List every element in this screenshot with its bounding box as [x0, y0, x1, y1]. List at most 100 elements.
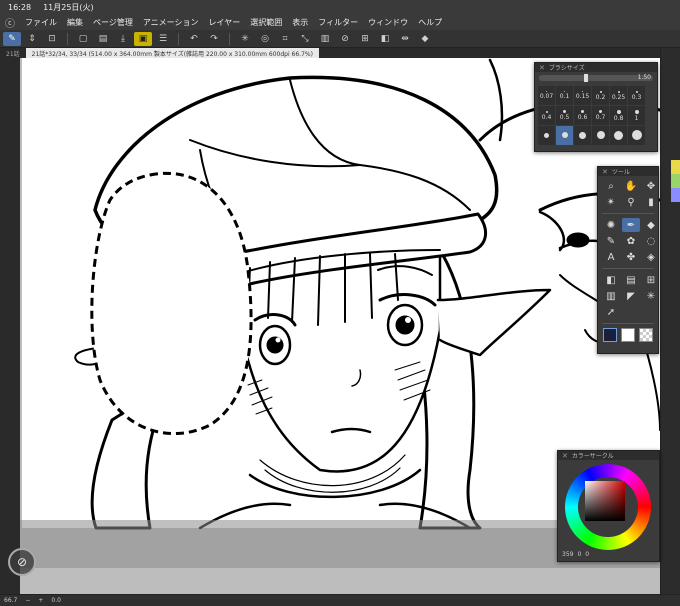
transform-icon[interactable]: ⤡	[296, 32, 314, 46]
angle-value[interactable]: 0.0	[51, 597, 61, 604]
menu-selection[interactable]: 選択範囲	[245, 17, 287, 28]
flip-icon[interactable]: ⇹	[396, 32, 414, 46]
brush-size-preset[interactable]	[538, 126, 555, 145]
balloon-tool-icon[interactable]: ◤	[622, 289, 640, 303]
close-icon[interactable]: ✕	[562, 452, 568, 460]
hand-tool-icon[interactable]: ✋	[622, 179, 640, 193]
brush-size-slider[interactable]	[539, 74, 653, 82]
brush-size-title-bar: ✕ ブラシサイズ	[535, 63, 657, 72]
brush-size-preset[interactable]	[592, 126, 609, 145]
toggle-icon[interactable]: ⇕	[23, 32, 41, 46]
close-icon[interactable]: ✕	[602, 168, 608, 176]
frame-tool-icon[interactable]: ▤	[622, 273, 640, 287]
eyedropper-tool-icon[interactable]: ⚲	[622, 195, 640, 209]
gradient-tool-icon[interactable]: ◧	[602, 273, 620, 287]
tab-prev[interactable]: 21話	[0, 48, 26, 58]
blend-tool-icon[interactable]: ✿	[622, 234, 640, 248]
brush-size-preset[interactable]: 0.3	[628, 86, 645, 105]
brush-size-preset[interactable]	[574, 126, 591, 145]
stack-icon[interactable]: ☰	[154, 32, 172, 46]
move-tool-icon[interactable]: ✥	[642, 179, 660, 193]
menu-page[interactable]: ページ管理	[88, 17, 138, 28]
highlight-icon[interactable]: ▣	[134, 31, 152, 46]
brush-size-preset[interactable]: 0.25	[610, 86, 627, 105]
brush-size-preset[interactable]: 0.2	[592, 86, 609, 105]
navigation-button[interactable]: ⊘	[8, 548, 36, 576]
menu-animation[interactable]: アニメーション	[138, 17, 204, 28]
brush-size-preset-selected[interactable]	[556, 126, 573, 145]
separator	[178, 32, 179, 45]
brush-size-title: ブラシサイズ	[548, 65, 585, 72]
decoration-tool-icon[interactable]: ✤	[622, 250, 640, 264]
ruler-tool-icon[interactable]: ▥	[602, 289, 620, 303]
brush-size-preset[interactable]	[628, 126, 645, 145]
save-icon[interactable]: ⤓	[114, 32, 132, 46]
menu-help[interactable]: ヘルプ	[413, 17, 447, 28]
panel-tool-icon[interactable]: ⊞	[642, 273, 660, 287]
fill-icon[interactable]: ▥	[316, 32, 334, 46]
menu-layer[interactable]: レイヤー	[204, 17, 246, 28]
pencil-tool-icon[interactable]: ✎	[602, 234, 620, 248]
menu-edit[interactable]: 編集	[62, 17, 88, 28]
eraser-tool-icon[interactable]: ◈	[642, 250, 660, 264]
bucket-icon[interactable]: ◆	[416, 32, 434, 46]
object-tool-icon[interactable]: ➚	[602, 305, 620, 319]
menu-file[interactable]: ファイル	[20, 17, 62, 28]
brush-size-preset[interactable]: 0.4	[538, 106, 555, 125]
tab-current[interactable]: 21話*32/34, 33/34 (514.00 x 364.00mm 製本サイ…	[25, 48, 319, 58]
circle-icon[interactable]: ◎	[256, 32, 274, 46]
close-icon[interactable]: ✕	[539, 64, 545, 72]
fill-tool-icon[interactable]: ◆	[642, 218, 660, 232]
redo-icon[interactable]: ↷	[205, 32, 223, 46]
menu-filter[interactable]: フィルター	[313, 17, 363, 28]
app-logo-icon[interactable]: ⓒ	[0, 14, 20, 30]
crop-icon[interactable]: ⌗	[276, 32, 294, 46]
effect-line-tool-icon[interactable]: ✳	[642, 289, 660, 303]
slider-thumb[interactable]	[584, 74, 588, 82]
brush-size-preset[interactable]: 0.6	[574, 106, 591, 125]
lasso-tool-icon[interactable]: ◌	[642, 234, 660, 248]
saturation-value-square[interactable]	[585, 481, 625, 521]
command-bar: ✎ ⇕ ⊡ ▢ ▤ ⤓ ▣ ☰ ↶ ↷ ✳ ◎ ⌗ ⤡ ▥ ⊘ ⊞ ◧ ⇹ ◆	[0, 30, 680, 48]
dock-swatch-green[interactable]	[671, 174, 680, 188]
zoom-out-icon[interactable]: −	[25, 597, 30, 604]
dock-swatch-yellow[interactable]	[671, 160, 680, 174]
pen-tool-icon[interactable]: ✒	[622, 218, 640, 232]
main-color-swatch[interactable]	[603, 328, 617, 342]
magic-wand-tool-icon[interactable]: ✴	[602, 195, 620, 209]
select-layer-icon[interactable]: ⊞	[356, 32, 374, 46]
open-file-icon[interactable]: ▤	[94, 32, 112, 46]
sub-color-swatch[interactable]	[621, 328, 635, 342]
brush-size-preset[interactable]: 0.7	[592, 106, 609, 125]
clear-icon[interactable]: ⊘	[336, 32, 354, 46]
date: 11月25日(火)	[43, 2, 94, 12]
mask-icon[interactable]: ◧	[376, 32, 394, 46]
loading-icon[interactable]: ✳	[236, 32, 254, 46]
color-circle-panel: ✕ カラーサークル 359 0 0	[557, 450, 660, 562]
zoom-in-icon[interactable]: +	[38, 597, 43, 604]
brush-size-preset[interactable]: 1	[628, 106, 645, 125]
menu-window[interactable]: ウィンドウ	[363, 17, 413, 28]
airbrush-tool-icon[interactable]: ✺	[602, 218, 620, 232]
zoom-tool-icon[interactable]: ⌕	[602, 179, 620, 193]
brush-size-preset[interactable]: 0.5	[556, 106, 573, 125]
new-file-icon[interactable]: ▢	[74, 32, 92, 46]
brush-size-preset[interactable]: 0.07	[538, 86, 555, 105]
undo-icon[interactable]: ↶	[185, 32, 203, 46]
menu-view[interactable]: 表示	[287, 17, 313, 28]
assets-icon[interactable]: ⊡	[43, 32, 61, 46]
brush-tool-icon[interactable]: ▮	[642, 195, 660, 209]
brush-size-preset[interactable]: 0.1	[556, 86, 573, 105]
zoom-value[interactable]: 66.7	[4, 597, 17, 604]
transparent-color-swatch[interactable]	[639, 328, 653, 342]
brush-size-preset[interactable]	[610, 126, 627, 145]
brush-size-preset[interactable]: 0.8	[610, 106, 627, 125]
pen-mode-icon[interactable]: ✎	[3, 31, 21, 46]
dock-swatch-blue[interactable]	[671, 188, 680, 202]
tool-panel: ✕ ツール ⌕ ✋ ✥ ✴ ⚲ ▮ ✺ ✒ ◆ ✎ ✿ ◌ A ✤ ◈ ◧ ▤ …	[597, 166, 659, 354]
left-gutter	[0, 58, 20, 594]
hue-readout: 359	[562, 551, 574, 558]
text-tool-icon[interactable]: A	[602, 250, 620, 264]
system-status-bar: 16:28 11月25日(火)	[0, 0, 680, 14]
brush-size-preset[interactable]: 0.15	[574, 86, 591, 105]
